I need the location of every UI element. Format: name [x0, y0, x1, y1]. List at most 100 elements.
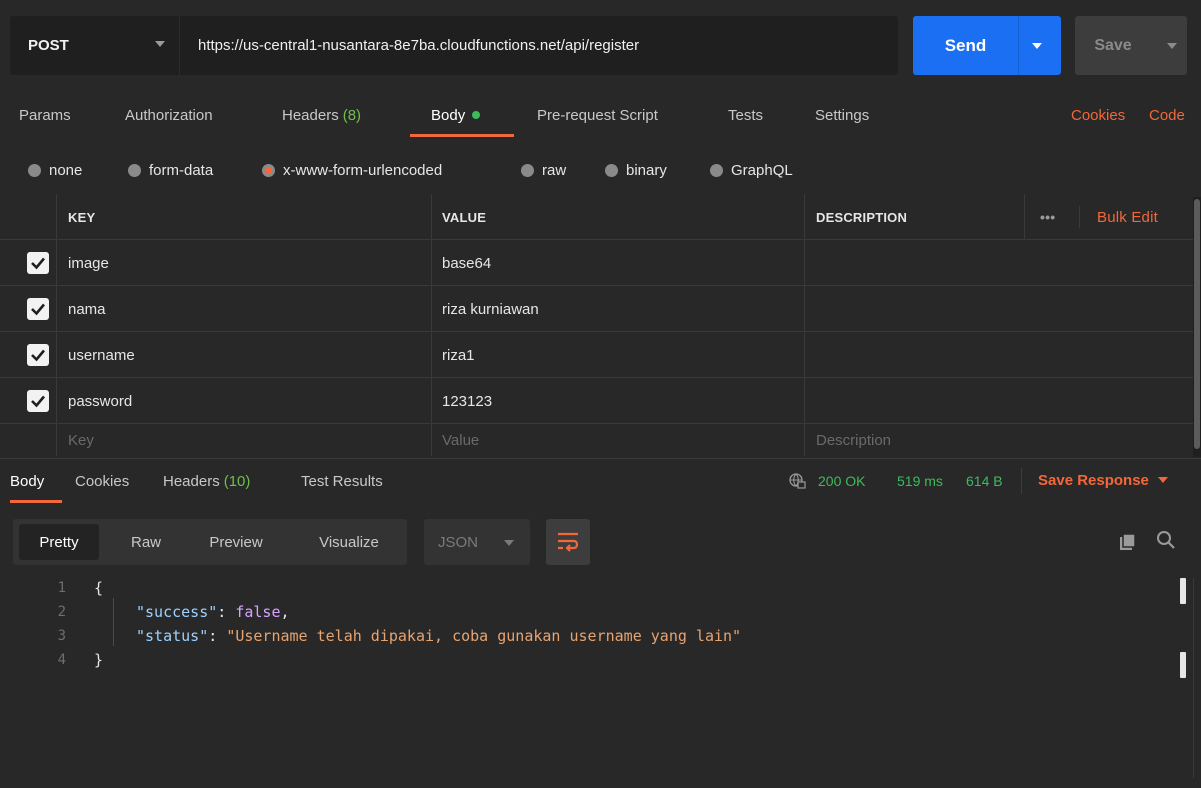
code-brace-open: { — [94, 579, 104, 597]
table-row: username riza1 — [0, 332, 1193, 378]
table-scrollbar[interactable] — [1193, 197, 1201, 457]
tab-headers[interactable]: Headers (8) — [282, 92, 361, 138]
tab-headers-label: Headers — [282, 106, 339, 124]
chevron-down-icon — [155, 41, 165, 47]
save-label: Save — [1094, 36, 1132, 54]
radio-raw[interactable]: raw — [521, 150, 566, 190]
view-preview-button[interactable]: Preview — [193, 524, 279, 560]
row-checkbox[interactable] — [27, 298, 49, 320]
key-cell[interactable]: password — [68, 378, 132, 424]
column-divider — [56, 286, 57, 332]
resp-tab-cookies[interactable]: Cookies — [75, 459, 129, 503]
value-cell[interactable]: riza kurniawan — [442, 286, 539, 332]
body-status-dot-icon — [472, 111, 481, 119]
tab-tests[interactable]: Tests — [728, 92, 763, 138]
radio-selected-icon — [262, 163, 275, 177]
view-pretty-button[interactable]: Pretty — [19, 524, 99, 560]
view-mode-group: Pretty Raw Preview Visualize — [13, 519, 407, 565]
radio-circle-icon — [128, 163, 141, 177]
code-scrollbar-track[interactable] — [1193, 578, 1194, 778]
value-cell[interactable]: 123123 — [442, 378, 492, 424]
tab-authorization[interactable]: Authorization — [125, 92, 213, 138]
row-checkbox[interactable] — [27, 252, 49, 274]
search-icon[interactable] — [1156, 530, 1176, 550]
column-divider — [431, 378, 432, 424]
radio-circle-icon — [521, 163, 534, 177]
column-divider — [804, 378, 805, 424]
view-raw-button[interactable]: Raw — [111, 524, 181, 560]
scrollbar-thumb[interactable] — [1194, 199, 1200, 449]
value-cell[interactable]: riza1 — [442, 332, 475, 378]
tab-settings[interactable]: Settings — [815, 92, 869, 138]
radio-none[interactable]: none — [28, 150, 82, 190]
value-cell[interactable]: base64 — [442, 240, 491, 286]
radio-urlencoded[interactable]: x-www-form-urlencoded — [262, 150, 442, 190]
colon: : — [208, 627, 227, 645]
status-code: 200 OK — [818, 473, 866, 489]
send-button[interactable]: Send — [913, 16, 1061, 75]
headers-count: (8) — [342, 106, 362, 124]
view-visualize-button[interactable]: Visualize — [299, 524, 399, 560]
url-box: POST https://us-central1-nusantara-8e7ba… — [10, 16, 898, 75]
send-dropdown-icon[interactable] — [1032, 43, 1042, 49]
new-value-input[interactable]: Value — [442, 424, 479, 456]
column-divider — [804, 332, 805, 378]
url-input[interactable]: https://us-central1-nusantara-8e7ba.clou… — [198, 16, 639, 75]
table-row-new: Key Value Description — [0, 424, 1193, 456]
code-link[interactable]: Code — [1149, 92, 1185, 138]
key-cell[interactable]: nama — [68, 286, 106, 332]
tab-body-label: Body — [431, 106, 466, 124]
save-button[interactable]: Save — [1075, 16, 1187, 75]
radio-binary[interactable]: binary — [605, 150, 667, 190]
code-text: "success": false, — [136, 603, 290, 621]
format-select[interactable]: JSON — [424, 519, 530, 565]
save-response-button[interactable]: Save Response — [1038, 458, 1168, 502]
new-description-input[interactable]: Description — [816, 424, 891, 456]
send-label: Send — [913, 16, 1019, 75]
resp-tab-test-results[interactable]: Test Results — [301, 459, 383, 503]
format-label: JSON — [438, 533, 479, 551]
json-value: "Username telah dipakai, coba gunakan us… — [226, 627, 742, 645]
key-cell[interactable]: image — [68, 240, 109, 286]
divider — [1021, 468, 1022, 494]
row-checkbox[interactable] — [27, 390, 49, 412]
checkmark-icon — [31, 349, 45, 362]
copy-icon[interactable] — [1118, 532, 1138, 552]
tab-prerequest-label: Pre-request Script — [537, 106, 658, 124]
checkmark-icon — [31, 395, 45, 408]
bulk-edit-link[interactable]: Bulk Edit — [1097, 194, 1158, 240]
column-divider — [56, 240, 57, 286]
tab-prerequest-script[interactable]: Pre-request Script — [537, 92, 658, 138]
response-code-view[interactable]: 1 { 2 "success": false, 3 "status": "Use… — [0, 574, 1180, 788]
globe-lock-icon[interactable] — [788, 459, 806, 503]
column-divider — [804, 194, 805, 240]
request-bar: POST https://us-central1-nusantara-8e7ba… — [0, 0, 1201, 90]
resp-tab-body[interactable]: Body — [10, 459, 44, 503]
column-divider — [804, 240, 805, 286]
column-divider — [56, 378, 57, 424]
wrap-lines-button[interactable] — [546, 519, 590, 565]
more-options-icon[interactable]: ••• — [1040, 194, 1055, 240]
request-tabs: Params Authorization Headers (8) Body Pre… — [0, 92, 1201, 138]
comma: , — [280, 603, 290, 621]
radio-form-data[interactable]: form-data — [128, 150, 213, 190]
tab-body[interactable]: Body — [431, 92, 481, 138]
radio-graphql[interactable]: GraphQL — [710, 150, 793, 190]
response-size: 614 B — [966, 473, 1003, 489]
cookies-link[interactable]: Cookies — [1071, 92, 1125, 138]
tab-tests-label: Tests — [728, 106, 764, 124]
line-number: 2 — [57, 604, 66, 620]
new-key-input[interactable]: Key — [68, 424, 94, 456]
code-scroll-marker — [1180, 578, 1186, 604]
tab-settings-label: Settings — [815, 106, 870, 124]
resp-tab-headers[interactable]: Headers (10) — [163, 459, 250, 503]
chevron-down-icon — [1157, 477, 1168, 483]
column-divider — [1024, 194, 1025, 240]
key-cell[interactable]: username — [68, 332, 135, 378]
checkmark-icon — [31, 257, 45, 270]
method-select[interactable]: POST — [10, 16, 180, 75]
row-checkbox[interactable] — [27, 344, 49, 366]
tab-params[interactable]: Params — [19, 92, 71, 138]
table-row: nama riza kurniawan — [0, 286, 1193, 332]
save-dropdown-icon[interactable] — [1167, 43, 1177, 49]
